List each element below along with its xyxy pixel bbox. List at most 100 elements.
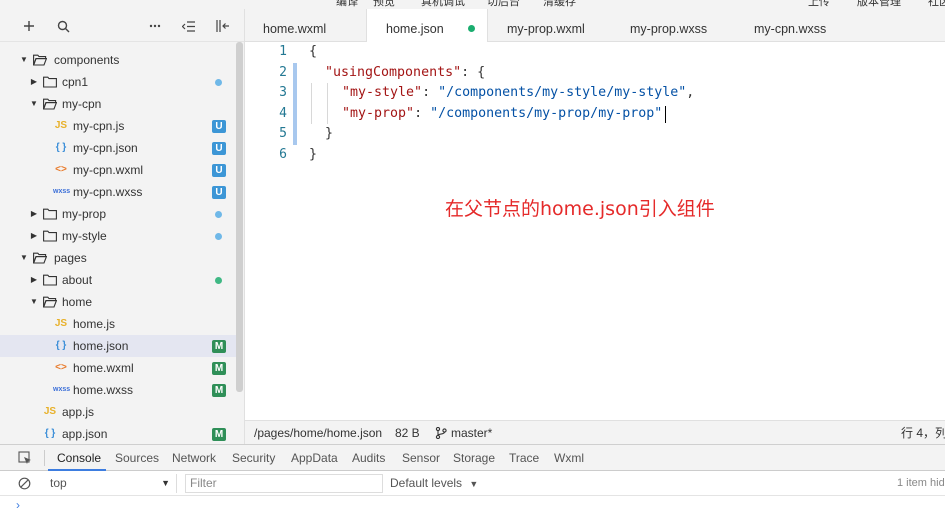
status-file-size: 82 B bbox=[395, 426, 420, 440]
tree-folder[interactable]: ▼ pages bbox=[0, 247, 236, 269]
chevron-down-icon[interactable]: ▼ bbox=[28, 291, 40, 313]
line-number: 5 bbox=[279, 126, 287, 141]
git-status-badge: M bbox=[212, 384, 226, 397]
json-key: "my-prop" bbox=[342, 106, 415, 121]
chevron-down-icon[interactable]: ▼ bbox=[28, 93, 40, 115]
chevron-right-icon[interactable]: ▶ bbox=[28, 269, 40, 291]
tab-audits[interactable]: Audits bbox=[352, 445, 385, 471]
line-number: 1 bbox=[279, 44, 287, 59]
tab-console[interactable]: Console bbox=[57, 445, 101, 471]
ellipsis-icon[interactable] bbox=[145, 16, 165, 36]
tree-item-label: my-cpn.wxss bbox=[73, 185, 143, 199]
code-line-2: "usingComponents": { bbox=[325, 63, 485, 83]
tree-file[interactable]: { } app.json M bbox=[0, 423, 236, 444]
top-menu-bar: 编译 预览 真机调试 切后台 清缓存 上传 版本管理 社区 bbox=[0, 0, 945, 9]
tree-folder[interactable]: ▶ my-style bbox=[0, 225, 236, 247]
menu-device-debug[interactable]: 真机调试 bbox=[421, 0, 465, 9]
file-explorer: ▼ components ▶ cpn1 ▼ my-cpn JS my-cpn.js U { } my… bbox=[0, 9, 245, 444]
tab-my-prop-wxml[interactable]: my-prop.wxml bbox=[507, 9, 585, 42]
tab-wxml[interactable]: Wxml bbox=[554, 445, 584, 471]
console-filter-bar: top ▼ Filter Default levels ▼ 1 item hid bbox=[0, 471, 945, 496]
tree-file[interactable]: { } home.json M bbox=[0, 335, 236, 357]
tree-folder[interactable]: ▼ home bbox=[0, 291, 236, 313]
json-key: "my-style" bbox=[342, 85, 423, 100]
tab-home-wxml[interactable]: home.wxml bbox=[263, 9, 326, 42]
menu-background[interactable]: 切后台 bbox=[487, 0, 520, 9]
tab-security[interactable]: Security bbox=[232, 445, 275, 471]
menu-upload[interactable]: 上传 bbox=[808, 0, 830, 9]
status-branch[interactable]: master* bbox=[451, 421, 492, 445]
code-line-1: { bbox=[309, 42, 317, 62]
tab-storage[interactable]: Storage bbox=[453, 445, 495, 471]
brace: { bbox=[309, 44, 318, 59]
menu-community[interactable]: 社区 bbox=[928, 0, 945, 9]
menu-preview[interactable]: 预览 bbox=[373, 0, 395, 9]
tree-file[interactable]: <> my-cpn.wxml U bbox=[0, 159, 236, 181]
wxss-file-icon: wxss bbox=[53, 188, 71, 195]
git-status-badge: U bbox=[212, 120, 226, 133]
tree-file[interactable]: JS home.js bbox=[0, 313, 236, 335]
chevron-right-icon[interactable]: ▶ bbox=[28, 203, 40, 225]
tab-my-cpn-wxss[interactable]: my-cpn.wxss bbox=[754, 9, 826, 42]
tab-appdata[interactable]: AppData bbox=[291, 445, 338, 471]
status-file-path[interactable]: /pages/home/home.json bbox=[254, 421, 382, 445]
json-sep: : bbox=[414, 106, 431, 121]
tree-file[interactable]: JS app.js bbox=[0, 401, 236, 423]
menu-compile[interactable]: 编译 bbox=[336, 0, 358, 9]
wxml-file-icon: <> bbox=[55, 164, 67, 175]
explorer-scrollbar[interactable] bbox=[236, 42, 243, 392]
menu-clear-cache[interactable]: 清缓存 bbox=[543, 0, 576, 9]
tab-trace[interactable]: Trace bbox=[509, 445, 539, 471]
git-status-badge: U bbox=[212, 186, 226, 199]
hidden-items-count: 1 item hid bbox=[897, 477, 945, 489]
status-bar: /pages/home/home.json 82 B master* 行 4，列 bbox=[245, 420, 945, 444]
brace: { bbox=[477, 65, 486, 80]
filter-input[interactable]: Filter bbox=[185, 474, 383, 493]
tab-network[interactable]: Network bbox=[172, 445, 216, 471]
chevron-down-icon: ▼ bbox=[161, 478, 170, 488]
devtools-panel: Console Sources Network Security AppData… bbox=[0, 444, 945, 512]
git-status-badge: U bbox=[212, 142, 226, 155]
tree-file[interactable]: wxss home.wxss M bbox=[0, 379, 236, 401]
tree-file[interactable]: JS my-cpn.js U bbox=[0, 115, 236, 137]
chevron-right-icon[interactable]: ▶ bbox=[28, 71, 40, 93]
tab-sources[interactable]: Sources bbox=[115, 445, 159, 471]
clear-console-icon[interactable] bbox=[18, 477, 31, 493]
editor-tabs: home.wxml home.json my-prop.wxml my-prop… bbox=[245, 9, 945, 43]
indent-guide bbox=[311, 83, 312, 124]
inspect-element-icon[interactable] bbox=[18, 451, 32, 468]
tree-folder[interactable]: ▼ components bbox=[0, 49, 236, 71]
chevron-down-icon[interactable]: ▼ bbox=[18, 49, 30, 71]
tree-folder[interactable]: ▶ cpn1 bbox=[0, 71, 236, 93]
tree-folder[interactable]: ▼ my-cpn bbox=[0, 93, 236, 115]
chevron-down-icon[interactable]: ▼ bbox=[18, 247, 30, 269]
context-select[interactable]: top ▼ bbox=[42, 474, 177, 493]
menu-version[interactable]: 版本管理 bbox=[857, 0, 901, 9]
tree-item-label: my-cpn.wxml bbox=[73, 163, 144, 177]
tree-file[interactable]: wxss my-cpn.wxss U bbox=[0, 181, 236, 203]
folder-open-icon bbox=[42, 296, 58, 308]
log-levels-select[interactable]: Default levels ▼ bbox=[390, 474, 478, 494]
indent-icon[interactable] bbox=[178, 16, 198, 36]
tree-file[interactable]: <> home.wxml M bbox=[0, 357, 236, 379]
tab-my-prop-wxss[interactable]: my-prop.wxss bbox=[630, 9, 707, 42]
status-cursor-position[interactable]: 行 4，列 bbox=[901, 421, 945, 445]
plus-icon[interactable] bbox=[19, 16, 39, 36]
search-icon[interactable] bbox=[53, 16, 73, 36]
tab-sensor[interactable]: Sensor bbox=[402, 445, 440, 471]
code-editor[interactable]: 1 2 3 4 5 6 { "usingComponents": { "my-s… bbox=[245, 42, 945, 420]
json-file-icon: { } bbox=[55, 340, 67, 351]
json-sep: : bbox=[422, 85, 439, 100]
tree-file[interactable]: { } my-cpn.json U bbox=[0, 137, 236, 159]
chevron-right-icon[interactable]: ▶ bbox=[28, 225, 40, 247]
tree-folder[interactable]: ▶ my-prop bbox=[0, 203, 236, 225]
tree-folder[interactable]: ▶ about bbox=[0, 269, 236, 291]
json-value: "/components/my-prop/my-prop" bbox=[430, 106, 663, 121]
tree-item-label: home.json bbox=[73, 339, 129, 353]
tab-home-json[interactable]: home.json bbox=[366, 9, 488, 43]
split-icon[interactable] bbox=[212, 16, 232, 36]
tree-item-label: app.js bbox=[62, 405, 95, 419]
folder-icon bbox=[43, 76, 57, 88]
json-sep: : bbox=[461, 65, 478, 80]
console-prompt[interactable]: › bbox=[16, 498, 20, 512]
